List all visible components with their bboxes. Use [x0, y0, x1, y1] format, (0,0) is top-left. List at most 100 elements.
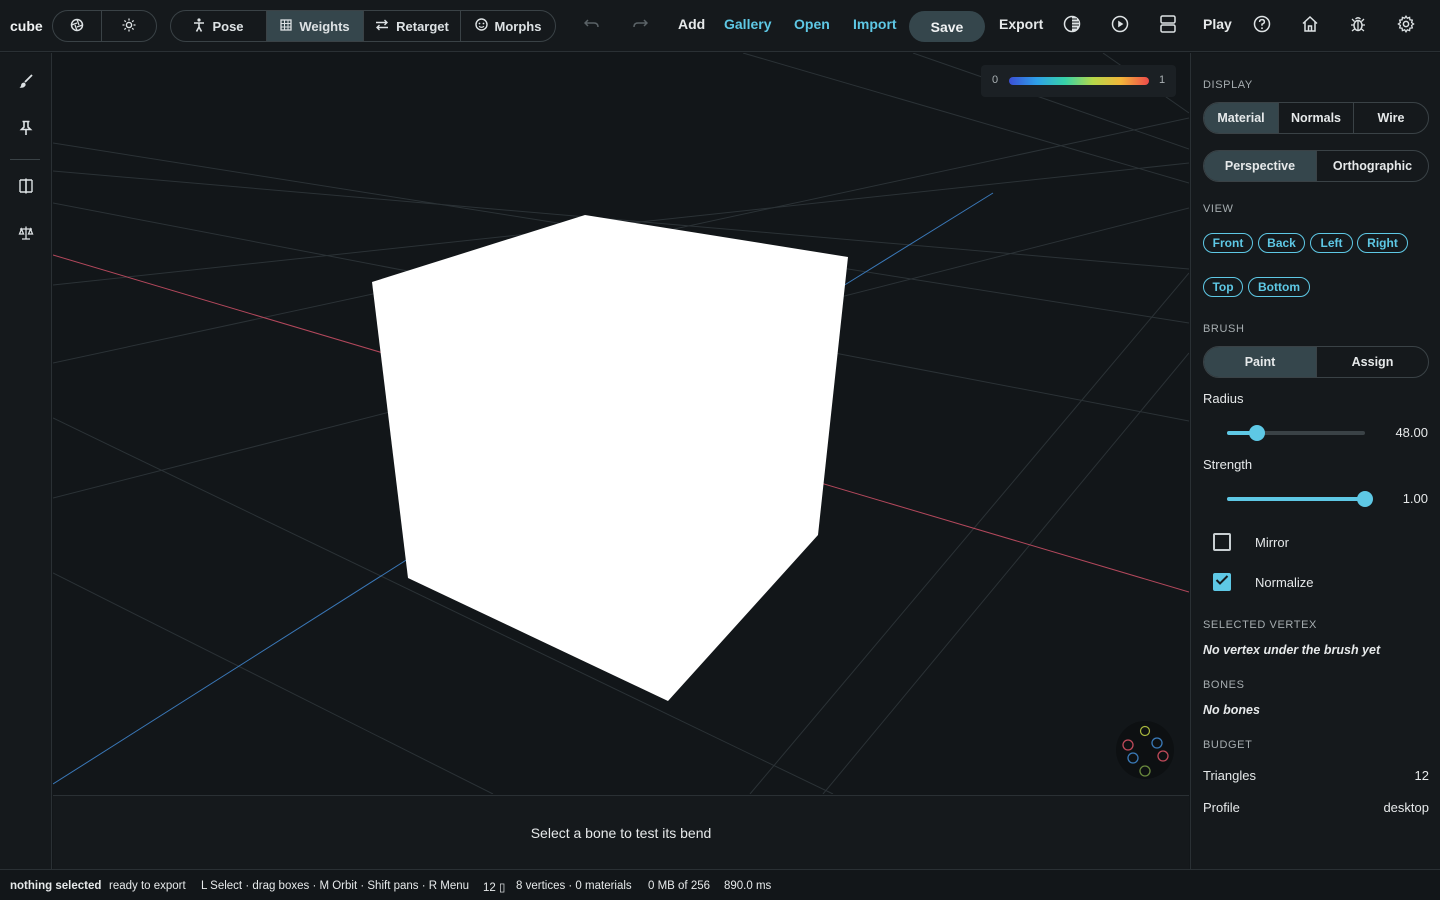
selected-vertex-title: SELECTED VERTEX [1203, 619, 1317, 631]
mode-tabs: Pose Weights Retarget Morphs [170, 10, 556, 42]
display-wire-option[interactable]: Wire [1354, 103, 1428, 133]
brush-mode-selector: Paint Assign [1203, 346, 1429, 378]
save-button[interactable]: Save [909, 11, 985, 42]
display-mode-selector: Material Normals Wire [1203, 102, 1429, 134]
display-section-title: DISPLAY [1203, 79, 1253, 91]
profile-label: Profile [1203, 800, 1240, 815]
projection-orthographic-option[interactable]: Orthographic [1317, 151, 1428, 181]
normalize-label: Normalize [1255, 575, 1314, 590]
light-button[interactable] [102, 11, 156, 41]
display-normals-option[interactable]: Normals [1279, 103, 1354, 133]
export-button[interactable]: Export [999, 16, 1043, 32]
split-layout-icon [1160, 14, 1176, 38]
undo-button[interactable] [581, 15, 603, 37]
radius-slider[interactable] [1227, 425, 1365, 441]
face-icon [474, 18, 488, 34]
grid-icon [280, 18, 292, 34]
status-bar: nothing selected ready to export L Selec… [0, 869, 1440, 900]
brush-icon [18, 73, 34, 94]
checkmark-icon [1215, 573, 1229, 591]
add-button[interactable]: Add [678, 16, 705, 32]
budget-profile-row: Profile desktop [1203, 800, 1429, 815]
tab-retarget[interactable]: Retarget [364, 11, 461, 41]
sun-icon [122, 18, 136, 35]
tab-retarget-label: Retarget [396, 18, 449, 34]
mirror-tool-button[interactable] [16, 178, 36, 198]
view-front-button[interactable]: Front [1203, 233, 1253, 253]
settings-button[interactable] [1395, 14, 1417, 37]
toolbar-divider [10, 159, 40, 160]
view-back-button[interactable]: Back [1258, 233, 1305, 253]
legend-min-label: 0 [992, 74, 999, 86]
view-top-button[interactable]: Top [1203, 277, 1243, 297]
radius-label: Radius [1203, 391, 1244, 406]
play-circle-icon [1111, 15, 1129, 38]
scale-icon [18, 225, 34, 246]
import-button[interactable]: Import [853, 16, 897, 32]
gizmo-neg-z-axis [1127, 752, 1139, 764]
normalize-checkbox[interactable] [1213, 573, 1231, 591]
projection-perspective-option[interactable]: Perspective [1204, 151, 1317, 181]
open-button[interactable]: Open [794, 16, 830, 32]
tab-morphs-label: Morphs [494, 18, 542, 34]
tab-pose[interactable]: Pose [171, 11, 267, 41]
legend-max-label: 1 [1159, 74, 1166, 86]
bones-section-title: BONES [1203, 679, 1245, 691]
status-frame-time: 890.0 ms [724, 880, 772, 892]
status-shortcuts: L Select · drag boxes · M Orbit · Shift … [201, 880, 470, 892]
view-left-button[interactable]: Left [1310, 233, 1353, 253]
balance-tool-button[interactable] [16, 225, 36, 245]
brush-tool-button[interactable] [16, 73, 36, 93]
triangles-value: 12 [1414, 768, 1429, 783]
properties-panel: DISPLAY Material Normals Wire Perspectiv… [1190, 53, 1440, 869]
bones-info: No bones [1203, 703, 1260, 717]
3d-viewport[interactable]: 0 1 [53, 53, 1189, 794]
view-right-button[interactable]: Right [1357, 233, 1408, 253]
help-icon [1253, 15, 1271, 38]
display-material-option[interactable]: Material [1204, 103, 1279, 133]
orientation-gizmo[interactable] [1116, 721, 1174, 779]
budget-triangles-row: Triangles 12 [1203, 768, 1429, 783]
undo-icon [583, 17, 600, 35]
radius-slider-handle[interactable] [1249, 425, 1266, 441]
status-mesh-info: 8 vertices · 0 materials [516, 880, 632, 892]
tab-weights[interactable]: Weights [267, 11, 364, 41]
environment-button[interactable] [53, 11, 102, 41]
layout-button[interactable] [1157, 14, 1179, 38]
home-icon [1301, 15, 1319, 38]
strength-slider[interactable] [1227, 491, 1373, 507]
play-button[interactable]: Play [1203, 16, 1232, 32]
contrast-icon [1063, 15, 1081, 38]
mirror-label: Mirror [1255, 535, 1289, 550]
status-selection: nothing selected [10, 880, 102, 892]
gizmo-y-axis [1139, 725, 1151, 737]
gizmo-x-axis [1157, 750, 1169, 762]
selected-vertex-info: No vertex under the brush yet [1203, 643, 1381, 657]
aperture-icon [70, 18, 84, 35]
budget-section-title: BUDGET [1203, 739, 1253, 751]
strength-slider-handle[interactable] [1357, 491, 1373, 507]
debug-button[interactable] [1347, 15, 1369, 37]
home-button[interactable] [1299, 15, 1321, 37]
scene-canvas [53, 53, 1189, 794]
view-section-title: VIEW [1203, 203, 1234, 215]
lighting-toggle-group [52, 10, 157, 42]
brush-section-title: BRUSH [1203, 323, 1245, 335]
app-title: cube [10, 18, 43, 34]
status-export-state: ready to export [109, 880, 186, 892]
strength-value: 1.00 [1402, 491, 1428, 506]
brush-paint-option[interactable]: Paint [1204, 347, 1317, 377]
contrast-button[interactable] [1061, 15, 1083, 37]
pin-tool-button[interactable] [16, 120, 36, 140]
redo-button[interactable] [629, 15, 651, 37]
mirror-checkbox[interactable] [1213, 533, 1231, 551]
profile-value: desktop [1383, 800, 1429, 815]
preview-play-button[interactable] [1109, 15, 1131, 37]
gizmo-neg-x-axis [1122, 739, 1134, 751]
gallery-button[interactable]: Gallery [724, 16, 771, 32]
pin-icon [19, 120, 33, 141]
tab-morphs[interactable]: Morphs [461, 11, 555, 41]
brush-assign-option[interactable]: Assign [1317, 347, 1428, 377]
help-button[interactable] [1251, 15, 1273, 37]
view-bottom-button[interactable]: Bottom [1248, 277, 1310, 297]
